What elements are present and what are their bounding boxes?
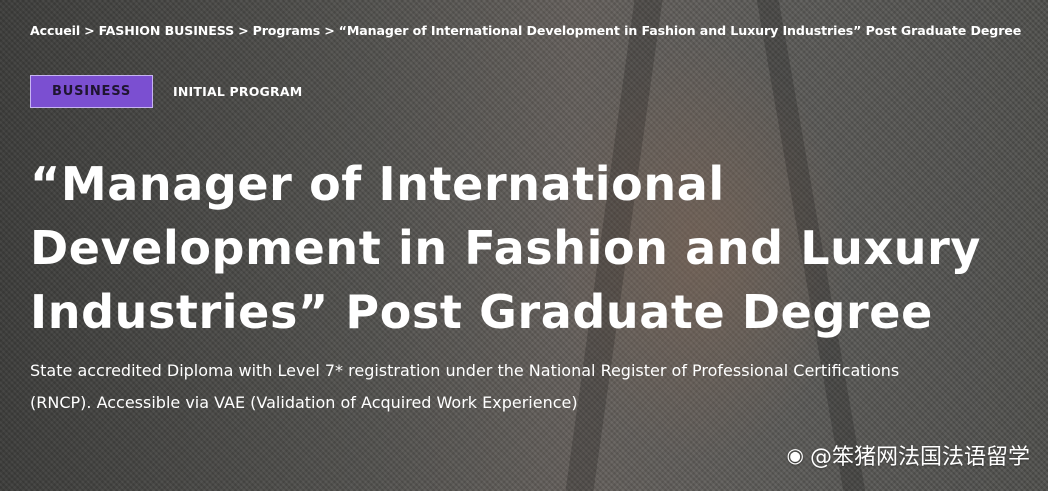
watermark-text: @笨猪网法国法语留学 [809,445,1030,470]
program-tags: BUSINESS INITIAL PROGRAM [30,75,302,108]
program-description-line: (RNCP). Accessible via VAE (Validation o… [30,393,578,412]
breadcrumb-separator: > [324,23,335,38]
watermark: ◉ @笨猪网法国法语留学 [787,439,1030,471]
breadcrumb-separator: > [238,23,249,38]
breadcrumb-programs-link[interactable]: Programs [253,23,321,38]
breadcrumb-current-page: “Manager of International Development in… [338,23,1022,38]
breadcrumb: Accueil > FASHION BUSINESS > Programs > “Manag… [30,23,1021,38]
breadcrumb-fashion-business-link[interactable]: FASHION BUSINESS [99,23,235,38]
page-title: “Manager of International Development in… [30,152,1010,344]
program-description-line: State accredited Diploma with Level 7* r… [30,361,900,380]
page-title-line: Development in Fashion and Luxury [30,221,981,275]
weibo-icon: ◉ [786,443,804,467]
breadcrumb-home-link[interactable]: Accueil [30,23,80,38]
hero-banner: Accueil > FASHION BUSINESS > Programs > “Manag… [0,0,1048,491]
business-tag[interactable]: BUSINESS [30,75,153,108]
breadcrumb-separator: > [84,23,95,38]
page-title-line: Industries” Post Graduate Degree [30,285,933,339]
program-description: State accredited Diploma with Level 7* r… [30,355,1025,419]
page-title-line: “Manager of International [30,157,725,211]
initial-program-tag: INITIAL PROGRAM [173,84,303,99]
